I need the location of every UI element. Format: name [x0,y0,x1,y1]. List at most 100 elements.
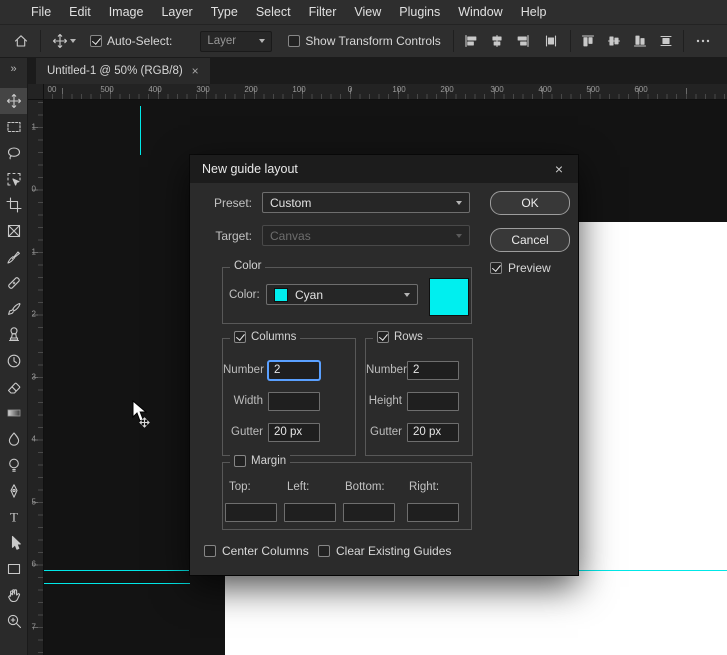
menu-edit[interactable]: Edit [60,0,100,24]
rows-height-input[interactable] [407,391,459,411]
menu-file[interactable]: File [22,0,60,24]
document-tab[interactable]: Untitled-1 @ 50% (RGB/8) × [36,58,210,84]
color-value: Cyan [295,287,324,302]
columns-checkbox[interactable] [234,331,246,343]
menu-view[interactable]: View [345,0,390,24]
ok-button[interactable]: OK [490,191,570,215]
center-columns-checkbox[interactable] [204,545,216,557]
menu-filter[interactable]: Filter [300,0,346,24]
tools-panel: » T [0,58,28,655]
menu-help[interactable]: Help [512,0,556,24]
show-transform-controls-checkbox[interactable] [288,35,301,47]
tool-preset-caret-icon[interactable] [70,39,76,43]
menu-select[interactable]: Select [247,0,300,24]
tool-rectangular-marquee-icon[interactable] [0,114,27,140]
vertical-ruler[interactable]: 1 0 1 2 3 4 5 6 7 [28,100,44,655]
rows-height-label: Height [368,395,402,407]
distribute-vertical-centers-icon[interactable] [657,32,675,50]
align-left-edges-icon[interactable] [462,32,480,50]
dialog-close-icon[interactable]: × [550,160,568,178]
guide-horizontal[interactable] [44,583,190,584]
ruler-label: 200 [440,85,454,94]
color-dropdown[interactable]: Cyan [266,284,418,305]
preview-row: Preview [490,261,551,275]
tool-type-icon[interactable]: T [0,504,27,530]
ruler-label: 00 [47,85,57,94]
document-tab-bar: Untitled-1 @ 50% (RGB/8) × [28,58,727,84]
chevron-down-icon [404,292,410,297]
color-chip [274,287,288,302]
move-tool-preset-icon[interactable] [51,32,69,50]
align-right-edges-icon[interactable] [514,32,532,50]
auto-select-target-dropdown[interactable]: Layer [200,30,273,52]
preview-checkbox[interactable] [490,262,502,274]
auto-select-label: Auto-Select: [107,34,173,48]
margin-bottom-input[interactable] [343,503,395,522]
tool-pen-icon[interactable] [0,478,27,504]
auto-select-checkbox[interactable] [90,35,102,47]
tool-brush-icon[interactable] [0,296,27,322]
columns-number-input[interactable] [268,360,320,380]
target-label: Target: [215,229,252,243]
tool-hand-icon[interactable] [0,582,27,608]
tool-path-selection-icon[interactable] [0,530,27,556]
tool-eyedropper-icon[interactable] [0,244,27,270]
columns-width-input[interactable] [268,391,320,411]
target-value: Canvas [270,228,311,243]
preset-dropdown[interactable]: Custom [262,192,470,213]
ruler-label: 100 [292,85,306,94]
color-group-title: Color [230,260,266,272]
tool-dodge-icon[interactable] [0,452,27,478]
menu-plugins[interactable]: Plugins [390,0,449,24]
clear-existing-guides-checkbox[interactable] [318,545,330,557]
menu-type[interactable]: Type [202,0,247,24]
toolbar-collapse-button[interactable]: » [0,58,27,80]
menu-layer[interactable]: Layer [152,0,201,24]
tool-blur-icon[interactable] [0,426,27,452]
tool-clone-stamp-icon[interactable] [0,322,27,348]
columns-gutter-label: Gutter [231,426,263,438]
tool-crop-icon[interactable] [0,192,27,218]
tab-close-icon[interactable]: × [192,65,199,77]
color-swatch-button[interactable] [429,278,469,316]
tool-move-icon[interactable] [0,88,27,114]
menu-image[interactable]: Image [100,0,153,24]
tool-rectangle-icon[interactable] [0,556,27,582]
tool-eraser-icon[interactable] [0,374,27,400]
rows-number-input[interactable] [407,360,459,380]
rows-number-label: Number [366,364,407,376]
margin-checkbox[interactable] [234,455,246,467]
tool-gradient-icon[interactable] [0,400,27,426]
separator [682,30,684,52]
margin-top-input[interactable] [225,503,277,522]
margin-left-input[interactable] [284,503,336,522]
align-bottom-edges-icon[interactable] [631,32,649,50]
guide-vertical[interactable] [140,106,141,155]
rows-gutter-input[interactable] [407,422,459,442]
ruler-label: 0 [347,85,353,94]
ruler-label: 300 [490,85,504,94]
tool-history-brush-icon[interactable] [0,348,27,374]
home-icon[interactable] [12,32,30,50]
menu-window[interactable]: Window [449,0,511,24]
margin-bottom-label: Bottom: [345,481,385,493]
cancel-button[interactable]: Cancel [490,228,570,252]
margin-right-input[interactable] [407,503,459,522]
rows-checkbox[interactable] [377,331,389,343]
tool-zoom-icon[interactable] [0,608,27,634]
more-options-icon[interactable] [694,32,712,50]
tool-frame-icon[interactable] [0,218,27,244]
align-horizontal-centers-icon[interactable] [488,32,506,50]
tool-spot-healing-brush-icon[interactable] [0,270,27,296]
tool-object-selection-icon[interactable] [0,166,27,192]
horizontal-ruler[interactable]: 00 500 400 300 200 100 0 100 200 300 400 500 600 [28,84,727,100]
chevron-down-icon [259,39,266,43]
clear-existing-guides-row: Clear Existing Guides [318,544,451,558]
align-vertical-centers-icon[interactable] [605,32,623,50]
tool-lasso-icon[interactable] [0,140,27,166]
columns-gutter-input[interactable] [268,422,320,442]
align-top-edges-icon[interactable] [579,32,597,50]
distribute-horizontal-centers-icon[interactable] [542,32,560,50]
dialog-title: New guide layout [190,155,578,183]
chevron-down-icon [456,200,462,205]
